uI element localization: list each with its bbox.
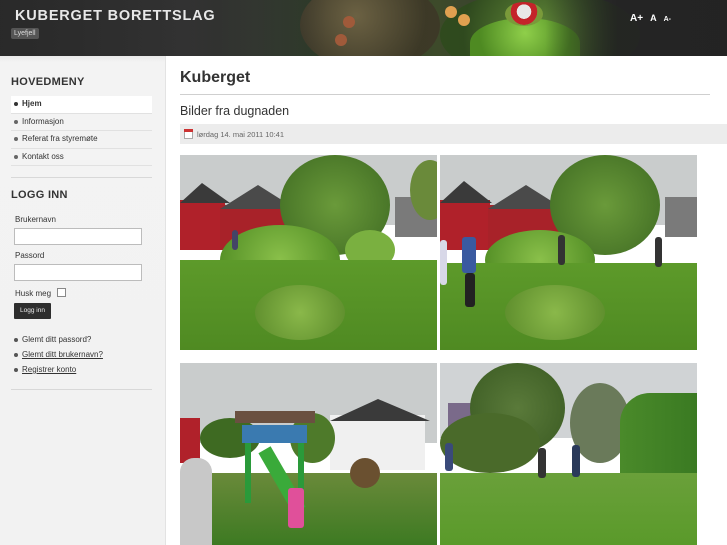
menu-item-informasjon[interactable]: Informasjon (11, 114, 152, 131)
login-button[interactable]: Logg inn (14, 303, 51, 319)
menu-item-referat[interactable]: Referat fra styremøte (11, 131, 152, 149)
login-heading: LOGG INN (11, 189, 68, 201)
photo-3[interactable] (180, 363, 437, 545)
article-meta: lørdag 14. mai 2011 10:41 (180, 124, 727, 144)
sidebar-divider (11, 177, 152, 178)
font-increase-button[interactable]: A+ (630, 13, 643, 24)
sidebar-divider (11, 389, 152, 390)
font-decrease-button[interactable]: A- (664, 16, 671, 23)
remember-label: Husk meg (15, 289, 52, 298)
photo-1[interactable] (180, 155, 437, 350)
photo-2[interactable] (440, 155, 697, 350)
site-tag: Lyefjell (11, 28, 39, 39)
calendar-icon (184, 129, 193, 139)
remember-checkbox[interactable] (57, 288, 66, 297)
page-title: Kuberget (180, 69, 251, 86)
font-reset-button[interactable]: A (650, 13, 657, 23)
forgot-password-link[interactable]: Glemt ditt passord? (11, 334, 103, 349)
username-input[interactable] (14, 228, 142, 245)
main-menu-heading: HOVEDMENY (11, 76, 85, 88)
menu-item-hjem[interactable]: Hjem (11, 96, 152, 114)
article-date: lørdag 14. mai 2011 10:41 (197, 130, 285, 139)
username-label: Brukernavn (15, 215, 56, 224)
register-link[interactable]: Registrer konto (11, 364, 103, 379)
password-label: Passord (15, 251, 45, 260)
main-menu: Hjem Informasjon Referat fra styremøte K… (11, 96, 152, 166)
site-header: KUBERGET BORETTSLAG Lyefjell A+ A A- (0, 0, 727, 56)
article-title[interactable]: Bilder fra dugnaden (180, 104, 289, 118)
menu-item-kontakt[interactable]: Kontakt oss (11, 149, 152, 166)
photo-4[interactable] (440, 363, 697, 545)
title-divider (180, 94, 710, 95)
password-input[interactable] (14, 264, 142, 281)
login-links: Glemt ditt passord? Glemt ditt brukernav… (11, 334, 103, 379)
font-size-tools: A+ A A- (630, 13, 671, 24)
site-title[interactable]: KUBERGET BORETTSLAG (15, 8, 215, 24)
forgot-username-link[interactable]: Glemt ditt brukernavn? (11, 349, 103, 364)
